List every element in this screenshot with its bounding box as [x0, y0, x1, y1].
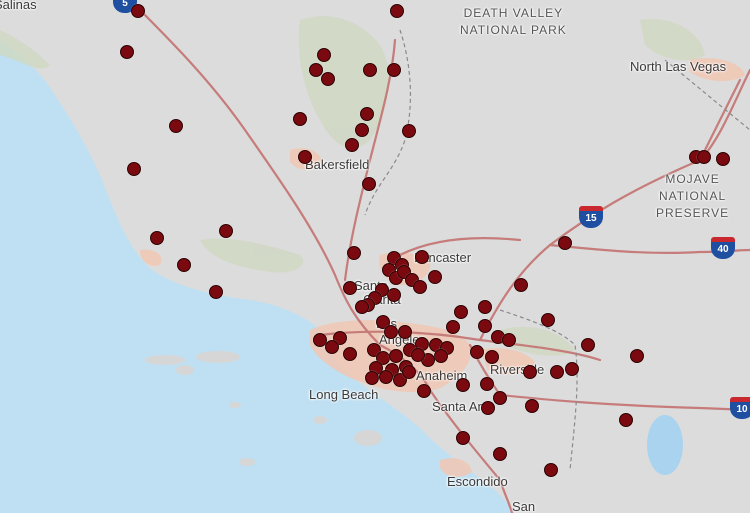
map-point-marker[interactable] [343, 347, 357, 361]
map-point-marker[interactable] [456, 431, 470, 445]
interstate-number: 10 [730, 402, 750, 419]
map-point-marker[interactable] [523, 365, 537, 379]
map-point-marker[interactable] [493, 447, 507, 461]
place-label: Escondido [447, 474, 508, 489]
interstate-number: 40 [711, 242, 735, 259]
map-point-marker[interactable] [317, 48, 331, 62]
map-point-marker[interactable] [321, 72, 335, 86]
map-point-marker[interactable] [541, 313, 555, 327]
map-point-marker[interactable] [619, 413, 633, 427]
map-point-marker[interactable] [131, 4, 145, 18]
map-view[interactable]: Salinas DEATH VALLEY NATIONAL PARK North L… [0, 0, 750, 513]
map-point-marker[interactable] [293, 112, 307, 126]
map-point-marker[interactable] [219, 224, 233, 238]
interstate-shield-icon: 10 [730, 397, 750, 419]
map-point-marker[interactable] [127, 162, 141, 176]
map-point-marker[interactable] [716, 152, 730, 166]
place-label: DEATH VALLEY NATIONAL PARK [460, 6, 567, 37]
map-point-marker[interactable] [454, 305, 468, 319]
map-point-marker[interactable] [428, 270, 442, 284]
map-point-marker[interactable] [362, 177, 376, 191]
place-label: MOJAVE NATIONAL PRESERVE [656, 172, 730, 220]
map-point-marker[interactable] [502, 333, 516, 347]
map-point-marker[interactable] [470, 345, 484, 359]
map-point-marker[interactable] [411, 348, 425, 362]
map-point-marker[interactable] [363, 63, 377, 77]
map-point-marker[interactable] [343, 281, 357, 295]
map-point-marker[interactable] [345, 138, 359, 152]
place-label: Bakersfield [305, 157, 370, 172]
map-point-marker[interactable] [402, 365, 416, 379]
map-point-marker[interactable] [481, 401, 495, 415]
map-point-marker[interactable] [209, 285, 223, 299]
map-point-marker[interactable] [558, 236, 572, 250]
map-point-marker[interactable] [478, 319, 492, 333]
interstate-number: 15 [579, 211, 603, 228]
map-point-marker[interactable] [355, 123, 369, 137]
map-point-marker[interactable] [169, 119, 183, 133]
map-point-marker[interactable] [630, 349, 644, 363]
map-point-marker[interactable] [581, 338, 595, 352]
map-point-marker[interactable] [478, 300, 492, 314]
map-point-marker[interactable] [325, 340, 339, 354]
map-point-marker[interactable] [514, 278, 528, 292]
map-point-marker[interactable] [150, 231, 164, 245]
map-point-marker[interactable] [402, 124, 416, 138]
map-point-marker[interactable] [347, 246, 361, 260]
map-point-marker[interactable] [415, 250, 429, 264]
map-point-marker[interactable] [485, 350, 499, 364]
map-point-marker[interactable] [565, 362, 579, 376]
map-point-marker[interactable] [446, 320, 460, 334]
map-point-marker[interactable] [120, 45, 134, 59]
map-point-marker[interactable] [177, 258, 191, 272]
map-point-marker[interactable] [384, 325, 398, 339]
map-point-marker[interactable] [398, 325, 412, 339]
map-point-marker[interactable] [390, 4, 404, 18]
place-label: Salinas [0, 0, 37, 12]
map-point-marker[interactable] [417, 384, 431, 398]
map-point-marker[interactable] [525, 399, 539, 413]
map-point-marker[interactable] [387, 288, 401, 302]
map-point-marker[interactable] [550, 365, 564, 379]
interstate-shield-icon: 15 [579, 206, 603, 228]
map-point-marker[interactable] [456, 378, 470, 392]
map-point-marker[interactable] [379, 370, 393, 384]
place-label: Long Beach [309, 387, 379, 402]
map-point-marker[interactable] [413, 280, 427, 294]
place-label: San [512, 499, 536, 513]
map-point-marker[interactable] [387, 63, 401, 77]
map-point-marker[interactable] [480, 377, 494, 391]
map-point-marker[interactable] [544, 463, 558, 477]
salton-sea [647, 415, 683, 475]
map-point-marker[interactable] [360, 107, 374, 121]
map-point-marker[interactable] [355, 300, 369, 314]
map-point-marker[interactable] [434, 349, 448, 363]
map-point-marker[interactable] [298, 150, 312, 164]
map-point-marker[interactable] [365, 371, 379, 385]
basemap [0, 0, 750, 513]
map-point-marker[interactable] [697, 150, 711, 164]
map-point-marker[interactable] [493, 391, 507, 405]
interstate-shield-icon: 40 [711, 237, 735, 259]
place-label: North Las Vegas [630, 59, 727, 74]
